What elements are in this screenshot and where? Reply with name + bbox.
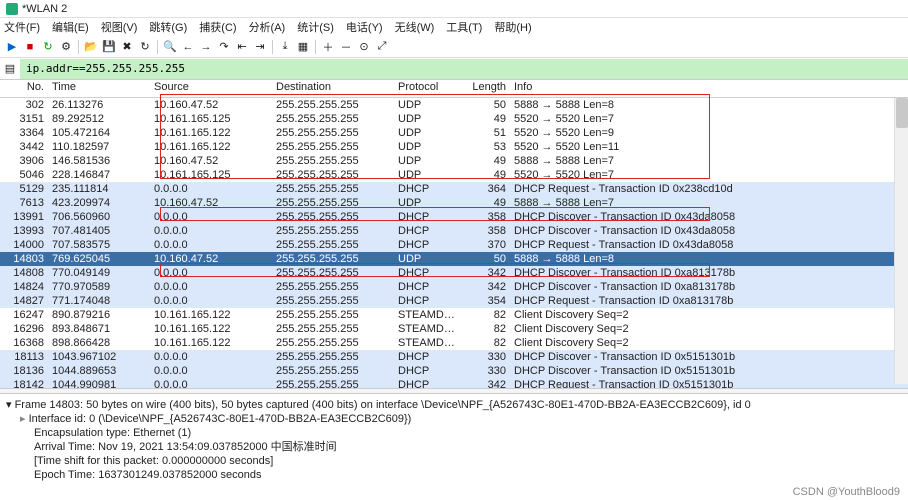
table-row[interactable]: 5129235.1118140.0.0.0255.255.255.255DHCP… bbox=[0, 182, 908, 196]
table-row[interactable]: 16368898.86642810.161.165.122255.255.255… bbox=[0, 336, 908, 350]
zoom-in-icon[interactable]: ＋ bbox=[320, 39, 336, 55]
packet-list-scrollbar[interactable] bbox=[894, 98, 908, 384]
table-row[interactable]: 14808770.0491490.0.0.0255.255.255.255DHC… bbox=[0, 266, 908, 280]
menu-statistics[interactable]: 统计(S) bbox=[297, 19, 334, 35]
col-header-no[interactable]: No. bbox=[0, 80, 48, 97]
watermark: CSDN @YouthBlood9 bbox=[793, 486, 900, 498]
stop-capture-icon[interactable]: ■ bbox=[22, 39, 38, 55]
menu-view[interactable]: 视图(V) bbox=[101, 19, 138, 35]
table-row[interactable]: 30226.11327610.160.47.52255.255.255.255U… bbox=[0, 98, 908, 112]
go-forward-icon[interactable]: → bbox=[198, 39, 214, 55]
table-row[interactable]: 3364105.47216410.161.165.122255.255.255.… bbox=[0, 126, 908, 140]
table-row[interactable]: 181131043.9671020.0.0.0255.255.255.255DH… bbox=[0, 350, 908, 364]
start-capture-icon[interactable]: ▶ bbox=[4, 39, 20, 55]
reload-icon[interactable]: ↻ bbox=[137, 39, 153, 55]
col-header-info[interactable]: Info bbox=[510, 80, 908, 97]
table-row[interactable]: 14000707.5835750.0.0.0255.255.255.255DHC… bbox=[0, 238, 908, 252]
menu-help[interactable]: 帮助(H) bbox=[494, 19, 531, 35]
table-row[interactable]: 3442110.18259710.161.165.122255.255.255.… bbox=[0, 140, 908, 154]
menu-edit[interactable]: 编辑(E) bbox=[52, 19, 89, 35]
col-header-source[interactable]: Source bbox=[150, 80, 272, 97]
packet-list[interactable]: 30226.11327610.160.47.52255.255.255.255U… bbox=[0, 98, 908, 388]
filter-bar: ▤ bbox=[0, 58, 908, 80]
menu-analyze[interactable]: 分析(A) bbox=[249, 19, 286, 35]
toolbar: ▶ ■ ↻ ⚙ 📂 💾 ✖ ↻ 🔍 ← → ↷ ⇤ ⇥ ⤓ ▦ ＋ － ⊙ ⤢ bbox=[0, 36, 908, 58]
table-row[interactable]: 14824770.9705890.0.0.0255.255.255.255DHC… bbox=[0, 280, 908, 294]
detail-frame[interactable]: Frame 14803: 50 bytes on wire (400 bits)… bbox=[6, 398, 902, 412]
table-row[interactable]: 3906146.58153610.160.47.52255.255.255.25… bbox=[0, 154, 908, 168]
table-row[interactable]: 181421044.9909810.0.0.0255.255.255.255DH… bbox=[0, 378, 908, 388]
menu-capture[interactable]: 捕获(C) bbox=[199, 19, 236, 35]
table-row[interactable]: 13991706.5609600.0.0.0255.255.255.255DHC… bbox=[0, 210, 908, 224]
find-packet-icon[interactable]: 🔍 bbox=[162, 39, 178, 55]
table-row[interactable]: 315189.29251210.161.165.125255.255.255.2… bbox=[0, 112, 908, 126]
table-row[interactable]: 7613423.20997410.160.47.52255.255.255.25… bbox=[0, 196, 908, 210]
table-row[interactable]: 14827771.1740480.0.0.0255.255.255.255DHC… bbox=[0, 294, 908, 308]
menu-telephony[interactable]: 电话(Y) bbox=[346, 19, 383, 35]
menu-file[interactable]: 文件(F) bbox=[4, 19, 40, 35]
menu-wireless[interactable]: 无线(W) bbox=[395, 19, 435, 35]
go-back-icon[interactable]: ← bbox=[180, 39, 196, 55]
save-file-icon[interactable]: 💾 bbox=[101, 39, 117, 55]
table-row[interactable]: 181361044.8896530.0.0.0255.255.255.255DH… bbox=[0, 364, 908, 378]
zoom-reset-icon[interactable]: ⊙ bbox=[356, 39, 372, 55]
restart-capture-icon[interactable]: ↻ bbox=[40, 39, 56, 55]
go-last-icon[interactable]: ⇥ bbox=[252, 39, 268, 55]
detail-epoch: Epoch Time: 1637301249.037852000 seconds bbox=[6, 468, 902, 482]
auto-scroll-icon[interactable]: ⤓ bbox=[277, 39, 293, 55]
zoom-out-icon[interactable]: － bbox=[338, 39, 354, 55]
table-row[interactable]: 5046228.14684710.161.165.125255.255.255.… bbox=[0, 168, 908, 182]
titlebar: *WLAN 2 bbox=[0, 0, 908, 18]
colorize-icon[interactable]: ▦ bbox=[295, 39, 311, 55]
detail-encap: Encapsulation type: Ethernet (1) bbox=[6, 426, 902, 440]
display-filter-input[interactable] bbox=[20, 59, 908, 79]
packet-list-header: No. Time Source Destination Protocol Len… bbox=[0, 80, 908, 98]
app-icon bbox=[6, 3, 18, 15]
detail-arrival: Arrival Time: Nov 19, 2021 13:54:09.0378… bbox=[6, 440, 902, 454]
capture-options-icon[interactable]: ⚙ bbox=[58, 39, 74, 55]
col-header-destination[interactable]: Destination bbox=[272, 80, 394, 97]
table-row[interactable]: 14803769.62504510.160.47.52255.255.255.2… bbox=[0, 252, 908, 266]
col-header-time[interactable]: Time bbox=[48, 80, 150, 97]
filter-bookmark-icon[interactable]: ▤ bbox=[3, 62, 17, 76]
go-to-packet-icon[interactable]: ↷ bbox=[216, 39, 232, 55]
detail-timeshift: [Time shift for this packet: 0.000000000… bbox=[6, 454, 902, 468]
menu-go[interactable]: 跳转(G) bbox=[149, 19, 187, 35]
packet-details-pane[interactable]: Frame 14803: 50 bytes on wire (400 bits)… bbox=[0, 394, 908, 486]
col-header-length[interactable]: Length bbox=[464, 80, 510, 97]
go-first-icon[interactable]: ⇤ bbox=[234, 39, 250, 55]
table-row[interactable]: 16247890.87921610.161.165.122255.255.255… bbox=[0, 308, 908, 322]
close-file-icon[interactable]: ✖ bbox=[119, 39, 135, 55]
table-row[interactable]: 13993707.4814050.0.0.0255.255.255.255DHC… bbox=[0, 224, 908, 238]
detail-interface[interactable]: Interface id: 0 (\Device\NPF_{A526743C-8… bbox=[6, 412, 902, 426]
open-file-icon[interactable]: 📂 bbox=[83, 39, 99, 55]
menubar: 文件(F) 编辑(E) 视图(V) 跳转(G) 捕获(C) 分析(A) 统计(S… bbox=[0, 18, 908, 36]
menu-tools[interactable]: 工具(T) bbox=[446, 19, 482, 35]
resize-columns-icon[interactable]: ⤢ bbox=[374, 39, 390, 55]
col-header-protocol[interactable]: Protocol bbox=[394, 80, 464, 97]
window-title: *WLAN 2 bbox=[22, 3, 67, 15]
table-row[interactable]: 16296893.84867110.161.165.122255.255.255… bbox=[0, 322, 908, 336]
